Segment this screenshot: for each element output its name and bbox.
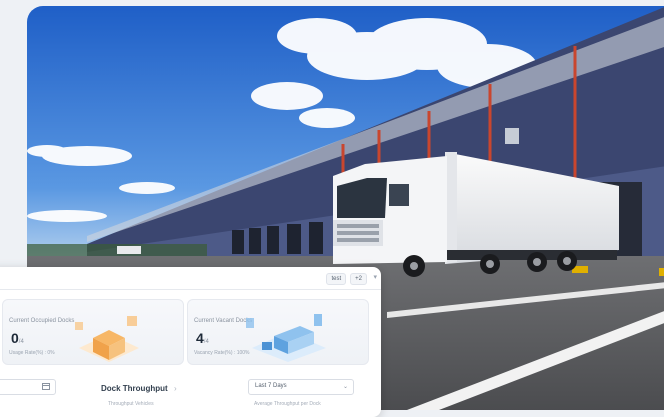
boxes-illustration-icon (75, 316, 139, 362)
usage-rate-text: Usage Rate(%) : 0% (9, 350, 55, 356)
filter-chips: test +2 (326, 273, 367, 285)
dashboard-panel: test +2 ▾ Current Occupied Docks 0/4 Usa… (0, 267, 381, 417)
avg-throughput-label: Average Throughput per Dock (254, 401, 321, 407)
chevron-right-icon[interactable]: › (174, 384, 177, 393)
panel-toolbar: test +2 ▾ (0, 267, 381, 290)
date-picker-field[interactable] (0, 379, 56, 395)
occupied-docks-title: Current Occupied Docks (9, 318, 75, 324)
time-range-select[interactable]: Last 7 Days ⌄ (248, 379, 354, 395)
occupied-docks-value: 0/4 (11, 330, 24, 346)
filter-chip-test[interactable]: test (326, 273, 347, 285)
vacancy-rate-text: Vacancy Rate(%) : 100% (194, 350, 250, 356)
filter-chip-more[interactable]: +2 (350, 273, 367, 285)
dock-throughput-title: Dock Throughput (101, 384, 168, 393)
chevron-down-icon[interactable]: ▾ (373, 273, 377, 281)
occupied-docks-card: Current Occupied Docks 0/4 Usage Rate(%)… (2, 299, 184, 365)
vacant-docks-value: 4/4 (196, 330, 209, 346)
throughput-vehicles-label: Throughput Vehicles (108, 401, 154, 407)
chevron-down-icon: ⌄ (342, 384, 348, 390)
calendar-icon (42, 383, 50, 390)
time-range-value: Last 7 Days (255, 383, 287, 389)
vacant-docks-card: Current Vacant Docks 4/4 Vacancy Rate(%)… (187, 299, 369, 365)
truck-illustration-icon (246, 314, 326, 362)
